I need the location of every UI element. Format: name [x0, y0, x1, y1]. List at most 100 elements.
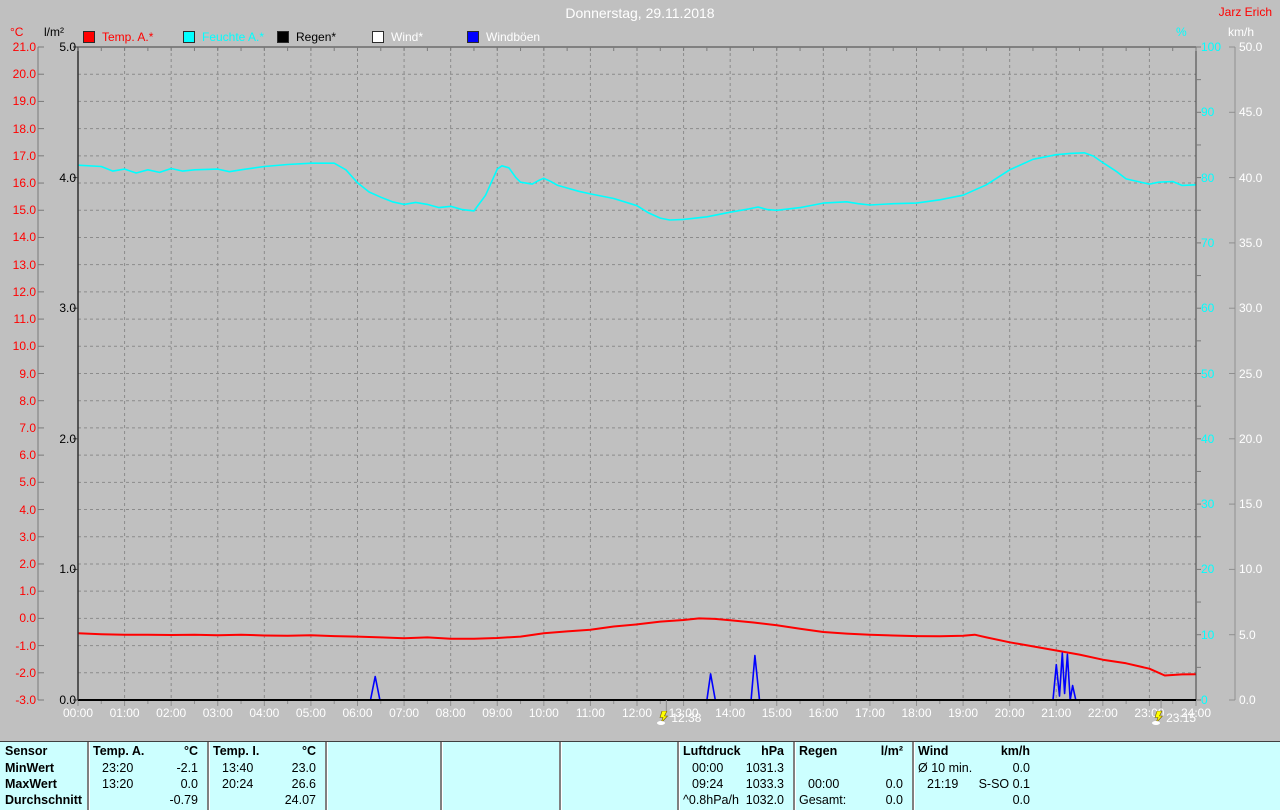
table-divider	[87, 742, 89, 810]
table-row: MinWert	[2, 761, 87, 776]
wind-axis-label: 40.0	[1239, 170, 1263, 185]
table-row	[443, 793, 555, 808]
table-cell: 13:20	[102, 777, 134, 791]
table-cell: MinWert	[5, 761, 55, 775]
temp-axis-label: 17.0	[12, 148, 36, 163]
table-row: Wind km/h	[915, 744, 1035, 759]
table-cell	[210, 793, 213, 808]
time-axis-label: 19:00	[948, 706, 979, 720]
table-row: Durchschnitt	[2, 793, 87, 808]
temp-axis-label: 19.0	[12, 94, 36, 109]
table-cell: °C	[183, 744, 198, 758]
table-cell: Temp. I.	[213, 744, 260, 758]
time-axis-label: 09:00	[482, 706, 513, 720]
wind-axis-label: 35.0	[1239, 235, 1263, 250]
time-axis-label: 10:00	[528, 706, 559, 720]
humidity-axis-label: 80	[1201, 170, 1215, 185]
table-divider	[325, 742, 327, 810]
table-row	[443, 744, 555, 759]
temp-axis-label: 15.0	[12, 203, 36, 218]
summary-table: Sensor MinWert MaxWert Durchschnitt Temp. A.…	[0, 741, 1280, 810]
table-row: 24.07	[210, 793, 321, 808]
table-row	[328, 793, 436, 808]
table-cell: Wind	[918, 744, 949, 758]
table-row	[328, 761, 436, 776]
humidity-axis-label: 20	[1201, 562, 1215, 577]
table-row: 00:00 1031.3	[680, 761, 789, 776]
table-cell	[903, 761, 908, 776]
table-cell: S-SO 0.1	[978, 777, 1030, 791]
table-cell	[550, 744, 555, 759]
table-cell	[431, 777, 436, 792]
table-row: 09:24 1033.3	[680, 777, 789, 792]
table-cell: 0.0	[1012, 761, 1030, 775]
table-cell	[443, 777, 446, 792]
humidity-axis-label: 90	[1201, 105, 1215, 120]
temp-axis-label: 3.0	[19, 529, 36, 544]
temp-axis-label: 18.0	[12, 121, 36, 136]
table-cell	[328, 793, 331, 808]
table-cell	[82, 793, 87, 808]
table-row	[796, 761, 908, 776]
event-marker-time: 23:15	[1166, 711, 1197, 725]
table-cell: l/m²	[880, 744, 903, 758]
rain-axis-label: 5.0	[59, 40, 76, 54]
wind-axis-label: 10.0	[1239, 562, 1263, 577]
table-cell	[443, 793, 446, 808]
table-cell: 0.0	[885, 777, 903, 791]
wind-axis-label: 30.0	[1239, 301, 1263, 316]
wind-axis-label: 0.0	[1239, 693, 1256, 707]
rain-axis-label: 3.0	[59, 301, 76, 316]
time-axis-label: 15:00	[761, 706, 792, 720]
table-row: Sensor	[2, 744, 85, 759]
temp-axis-label: 13.0	[12, 257, 36, 272]
humidity-axis-label: 10	[1201, 627, 1215, 642]
table-row: ^0.8hPa/h 1032.0	[680, 793, 789, 808]
temp-axis-label: 14.0	[12, 230, 36, 245]
humidity-axis-label: 30	[1201, 497, 1215, 512]
temp-axis-label: 20.0	[12, 67, 36, 82]
table-cell: Ø 10 min.	[918, 761, 973, 775]
table-cell: km/h	[1000, 744, 1030, 758]
humidity-axis-label: 100	[1201, 40, 1222, 54]
table-cell	[431, 761, 436, 776]
temp-axis-label: -3.0	[15, 693, 36, 707]
rain-axis-label: 1.0	[59, 562, 76, 577]
temp-axis-label: 1.0	[19, 584, 36, 599]
table-cell: 24.07	[284, 793, 316, 807]
rain-axis-label: 2.0	[59, 431, 76, 446]
table-row	[562, 793, 673, 808]
rain-axis-label: 4.0	[59, 170, 76, 185]
time-axis-label: 14:00	[715, 706, 746, 720]
time-axis-label: 17:00	[854, 706, 885, 720]
table-row: 13:40 23.0	[210, 761, 321, 776]
table-cell: 0.0	[1012, 793, 1030, 807]
table-cell: ^0.8hPa/h	[683, 793, 739, 807]
table-row	[328, 777, 436, 792]
temp-axis-label: 6.0	[19, 448, 36, 463]
table-divider	[677, 742, 679, 810]
table-cell: 26.6	[291, 777, 316, 791]
table-divider	[912, 742, 914, 810]
time-axis-label: 03:00	[202, 706, 233, 720]
time-axis-label: 01:00	[109, 706, 140, 720]
table-cell	[80, 744, 85, 759]
time-axis-label: 02:00	[156, 706, 187, 720]
rain-axis-label: 0.0	[59, 693, 76, 707]
time-axis-label: 18:00	[901, 706, 932, 720]
plot-area[interactable]	[0, 0, 1280, 810]
table-divider	[207, 742, 209, 810]
event-marker: 12:38	[657, 711, 701, 725]
table-cell	[562, 744, 565, 759]
table-cell: 1033.3	[745, 777, 784, 791]
table-cell: hPa	[761, 744, 784, 758]
table-cell	[796, 761, 799, 776]
humidity-axis-label: 60	[1201, 301, 1215, 316]
temp-axis-label: 8.0	[19, 393, 36, 408]
table-cell: 0.0	[885, 793, 903, 807]
table-row: -0.79	[90, 793, 203, 808]
temp-axis-label: 4.0	[19, 502, 36, 517]
time-axis-label: 05:00	[295, 706, 326, 720]
table-cell: 23.0	[291, 761, 316, 775]
table-cell	[443, 744, 446, 759]
